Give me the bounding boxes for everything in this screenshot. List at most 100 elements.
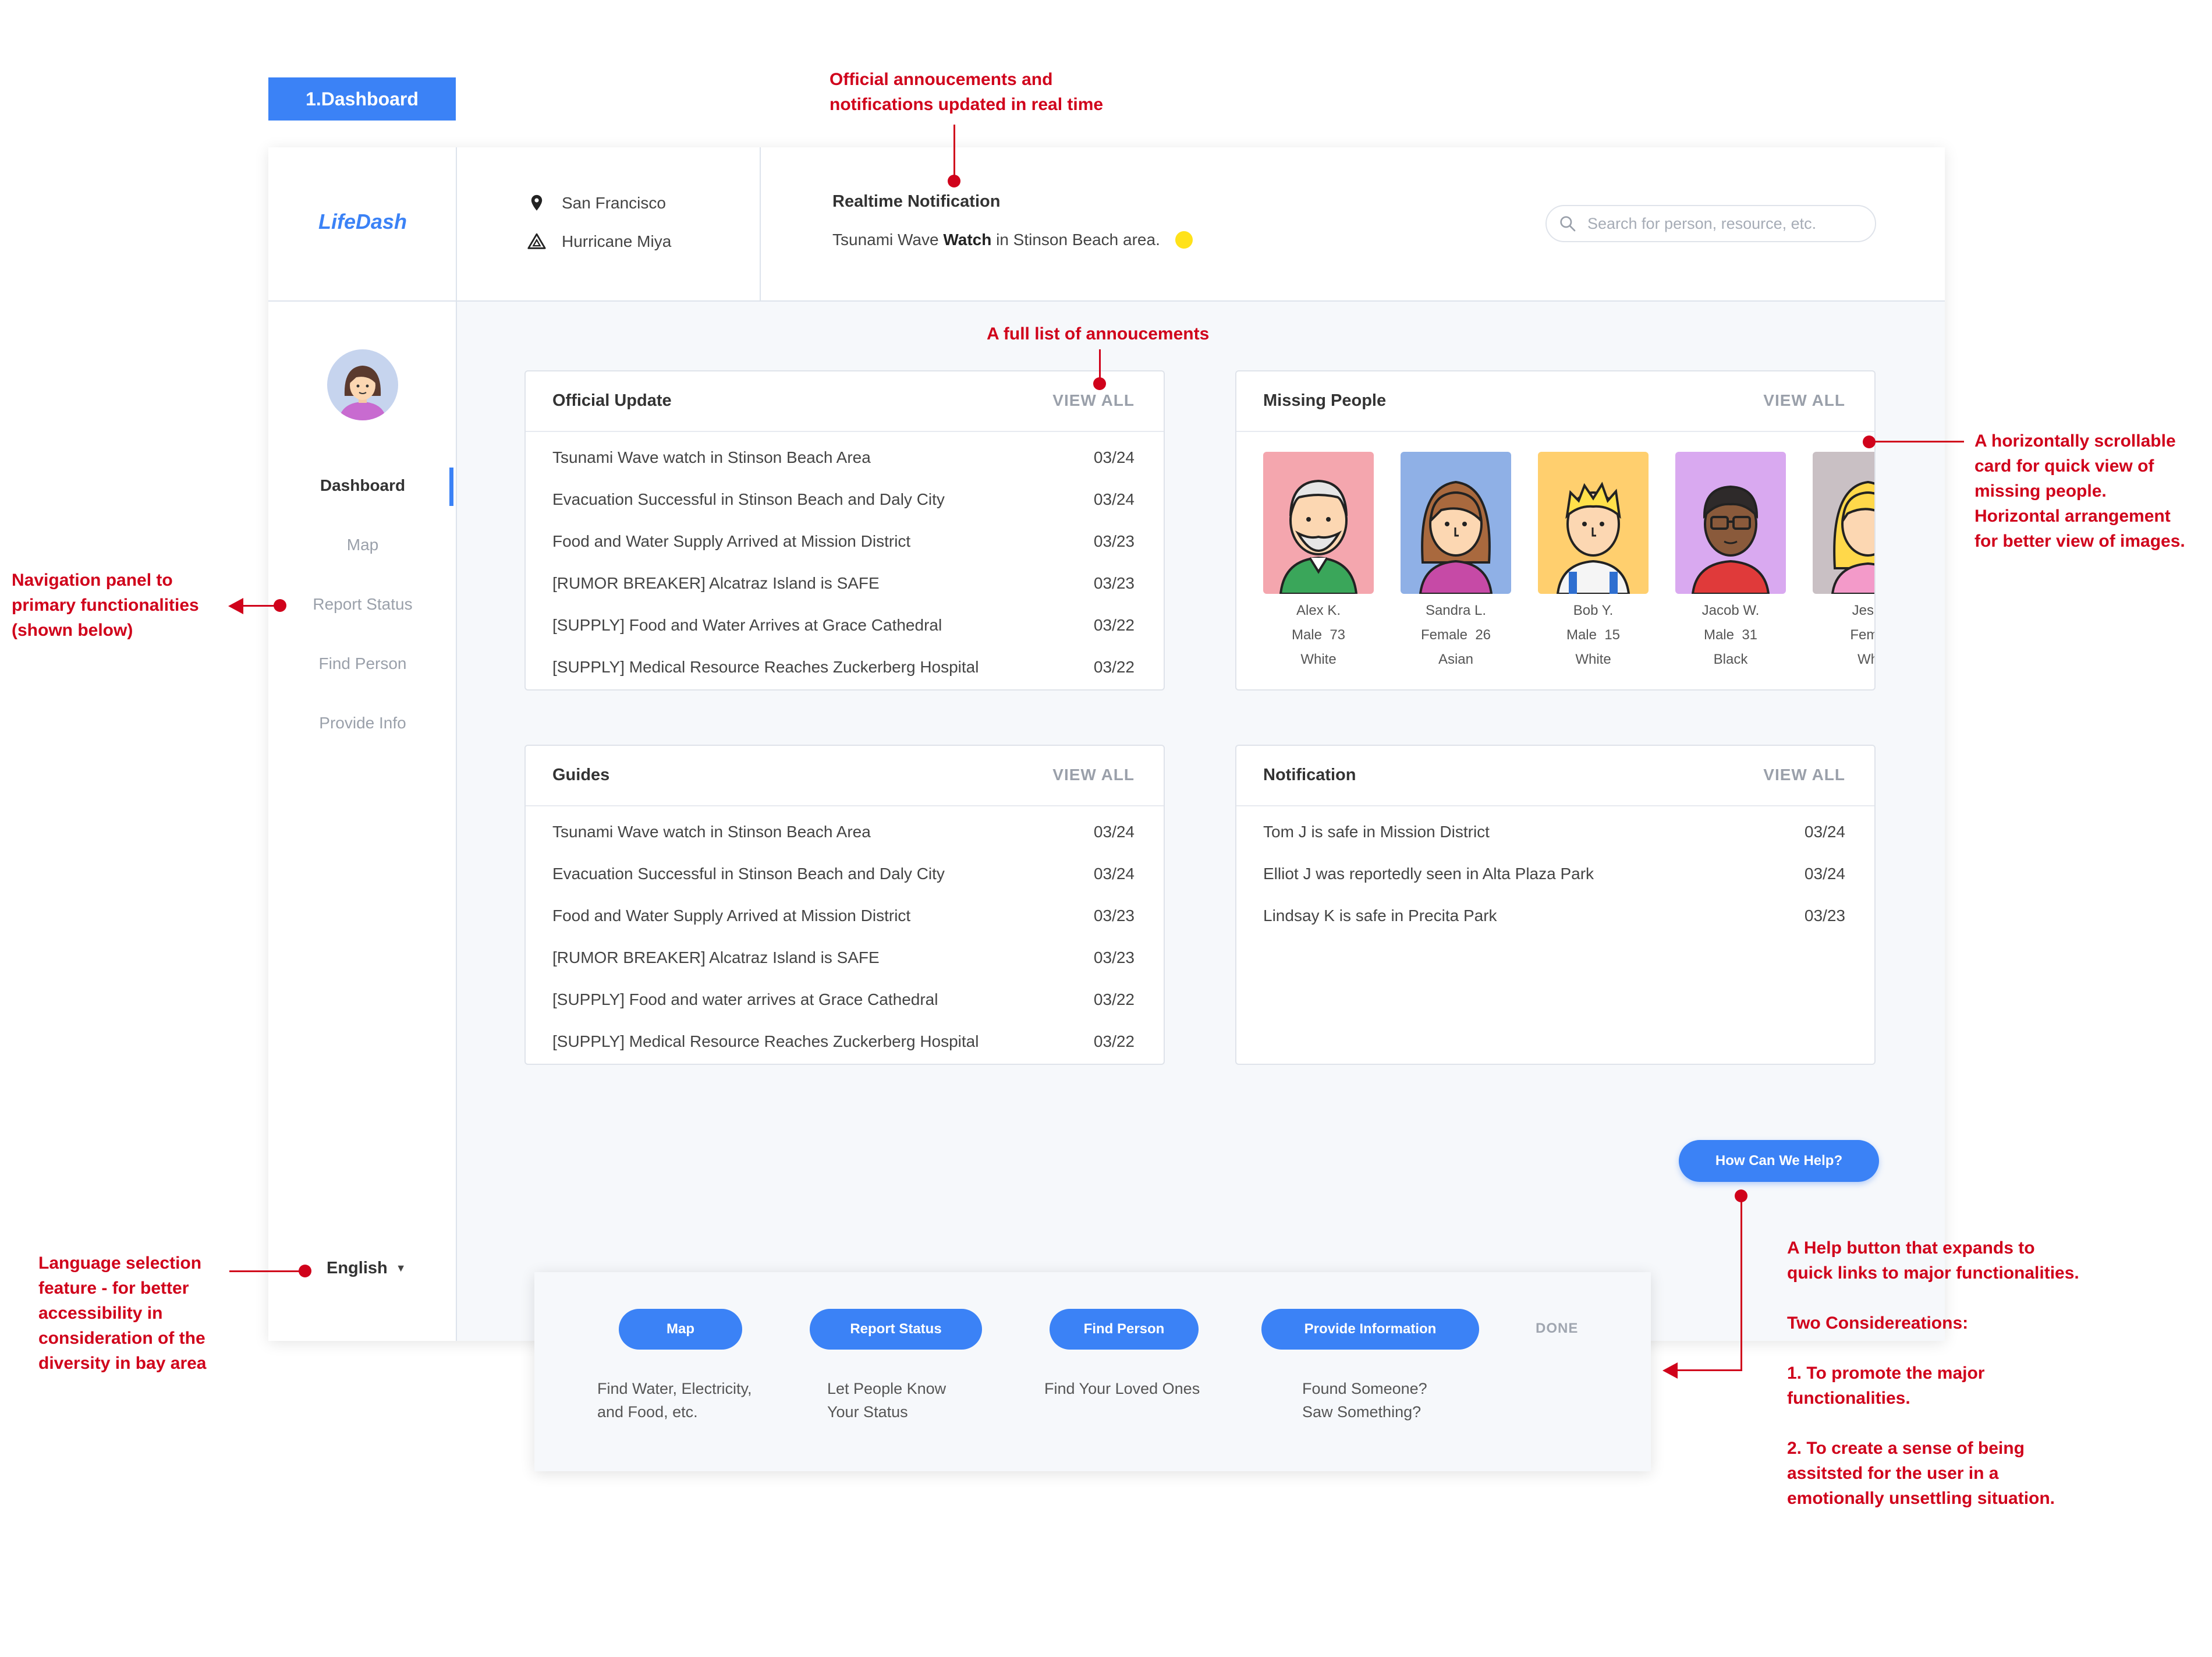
item-text: [SUPPLY] Medical Resource Reaches Zucker… — [552, 658, 979, 676]
person-age: 15 — [1604, 627, 1621, 643]
sidebar-item-report-status[interactable]: Report Status — [268, 595, 457, 614]
card-title: Notification — [1263, 766, 1356, 784]
list-item[interactable]: Food and Water Supply Arrived at Mission… — [552, 531, 1135, 573]
annotation-dot — [948, 175, 960, 187]
person-sex: Male — [1291, 627, 1322, 643]
item-date: 03/24 — [1093, 490, 1135, 508]
missing-person-card[interactable]: Bob Y. Male 15 White — [1538, 452, 1649, 672]
description-line: Saw Something? — [1302, 1403, 1422, 1421]
annotation-line: accessibility in — [38, 1304, 163, 1323]
list-item[interactable]: Tom J is safe in Mission District 03/24 — [1263, 822, 1845, 863]
sidebar-divider — [456, 147, 457, 1341]
sidebar-item-dashboard[interactable]: Dashboard — [268, 476, 457, 495]
annotation-line: consideration of the — [38, 1329, 205, 1348]
missing-person-card[interactable]: Sandra L. Female 26 Asian — [1401, 452, 1511, 672]
list-item[interactable]: Elliot J was reportedly seen in Alta Pla… — [1263, 863, 1845, 905]
annotation-connector — [1871, 441, 1964, 442]
person-sex-age: Male 73 — [1263, 623, 1374, 647]
annotation-connector — [1099, 349, 1101, 378]
person-photo — [1813, 452, 1874, 594]
view-all-link[interactable]: VIEW ALL — [1052, 766, 1135, 784]
list-item[interactable]: [RUMOR BREAKER] Alcatraz Island is SAFE 0… — [552, 573, 1135, 615]
notification-card: Notification VIEW ALL Tom J is safe in M… — [1235, 745, 1876, 1065]
description-line: Your Status — [827, 1403, 908, 1421]
done-button[interactable]: DONE — [1536, 1320, 1578, 1337]
item-date: 03/24 — [1093, 865, 1135, 883]
person-name: Alex K. — [1296, 603, 1341, 618]
missing-person-card[interactable]: Jacob W. Male 31 Black — [1675, 452, 1786, 672]
quick-link-find-person-button[interactable]: Find Person — [1050, 1309, 1199, 1350]
sidebar-item-map[interactable]: Map — [268, 536, 457, 554]
annotation-language: Language selection feature - for better … — [38, 1251, 207, 1376]
user-avatar[interactable] — [327, 349, 398, 420]
person-photo — [1538, 452, 1649, 594]
quick-link-report-status-button[interactable]: Report Status — [810, 1309, 982, 1350]
sidebar-item-provide-info[interactable]: Provide Info — [268, 714, 457, 732]
person-sex: Male — [1566, 627, 1597, 643]
item-text: [RUMOR BREAKER] Alcatraz Island is SAFE — [552, 948, 880, 966]
missing-person-card[interactable]: Alex K. Male 73 White — [1263, 452, 1374, 672]
annotation-line: emotionally unsettling situation. — [1787, 1489, 2055, 1508]
list-item[interactable]: [SUPPLY] Food and water arrives at Grace… — [552, 989, 1135, 1031]
person-age: 73 — [1330, 627, 1346, 643]
list-item[interactable]: Food and Water Supply Arrived at Mission… — [552, 905, 1135, 947]
active-nav-indicator — [449, 468, 453, 506]
list-item[interactable]: [SUPPLY] Medical Resource Reaches Zucker… — [552, 1031, 1135, 1073]
item-text: Elliot J was reportedly seen in Alta Pla… — [1263, 865, 1594, 883]
quick-link-provide-information-description: Found Someone? Saw Something? — [1302, 1377, 1427, 1424]
list-item[interactable]: [SUPPLY] Food and Water Arrives at Grace… — [552, 615, 1135, 657]
item-text: Tom J is safe in Mission District — [1263, 823, 1490, 841]
item-date: 03/22 — [1093, 990, 1135, 1008]
list-item[interactable]: [SUPPLY] Medical Resource Reaches Zucker… — [552, 657, 1135, 699]
person-photo — [1263, 452, 1374, 594]
girl-avatar-icon — [1831, 480, 1874, 594]
app-logo[interactable]: LifeDash — [268, 210, 457, 234]
list-item[interactable]: Tsunami Wave watch in Stinson Beach Area… — [552, 822, 1135, 863]
help-button[interactable]: How Can We Help? — [1679, 1140, 1879, 1182]
sidebar-item-find-person[interactable]: Find Person — [268, 654, 457, 673]
person-age: 26 — [1475, 627, 1491, 643]
help-quick-links-panel: Map Find Water, Electricity, and Food, et… — [534, 1272, 1651, 1471]
person-sex-age: Fema — [1813, 623, 1874, 647]
view-all-link[interactable]: VIEW ALL — [1052, 391, 1135, 410]
missing-person-card[interactable]: Jessi Fema Wh — [1813, 452, 1874, 672]
avatar-woman-icon — [339, 366, 387, 420]
status-indicator-dot — [1175, 231, 1193, 249]
item-text: Evacuation Successful in Stinson Beach a… — [552, 490, 945, 508]
quick-link-map-description: Find Water, Electricity, and Food, etc. — [597, 1377, 752, 1424]
missing-people-carousel[interactable]: Alex K. Male 73 White Sandra L. Female 2… — [1263, 452, 1874, 685]
view-all-link[interactable]: VIEW ALL — [1763, 766, 1845, 784]
item-date: 03/23 — [1093, 574, 1135, 592]
realtime-text-start: Tsunami Wave — [832, 231, 944, 249]
person-sex-age: Male 31 — [1675, 623, 1786, 647]
description-line: Let People Know — [827, 1380, 947, 1397]
annotation-line: A horizontally scrollable — [1975, 431, 2176, 451]
item-date: 03/22 — [1093, 616, 1135, 634]
event-row: Hurricane Miya — [527, 232, 671, 252]
search-input[interactable] — [1586, 214, 1856, 233]
list-item[interactable]: Evacuation Successful in Stinson Beach a… — [552, 863, 1135, 905]
person-photo — [1675, 452, 1786, 594]
list-item[interactable]: Tsunami Wave watch in Stinson Beach Area… — [552, 447, 1135, 489]
card-header: Notification VIEW ALL — [1236, 746, 1874, 806]
person-info: Alex K. Male 73 White — [1263, 599, 1374, 672]
realtime-notification-text[interactable]: Tsunami Wave Watch in Stinson Beach area… — [832, 231, 1193, 249]
language-selector[interactable]: English ▼ — [327, 1259, 406, 1278]
card-title: Missing People — [1263, 391, 1387, 410]
annotation-realtime: Official annoucements and notifications … — [830, 67, 1103, 117]
quick-link-provide-information-button[interactable]: Provide Information — [1261, 1309, 1479, 1350]
annotation-line: for better view of images. — [1975, 532, 2185, 551]
annotation-missing-people: A horizontally scrollable card for quick… — [1975, 429, 2185, 554]
item-text: [SUPPLY] Medical Resource Reaches Zucker… — [552, 1032, 979, 1050]
annotation-dot — [1093, 377, 1106, 390]
annotation-line: missing people. — [1975, 481, 2107, 501]
item-text: [SUPPLY] Food and water arrives at Grace… — [552, 990, 938, 1008]
card-title: Official Update — [552, 391, 672, 410]
annotation-arrowhead — [1662, 1362, 1678, 1379]
list-item[interactable]: Lindsay K is safe in Precita Park 03/23 — [1263, 905, 1845, 947]
search-box[interactable] — [1545, 205, 1876, 242]
view-all-link[interactable]: VIEW ALL — [1763, 391, 1845, 410]
quick-link-map-button[interactable]: Map — [619, 1309, 742, 1350]
list-item[interactable]: [RUMOR BREAKER] Alcatraz Island is SAFE 0… — [552, 947, 1135, 989]
list-item[interactable]: Evacuation Successful in Stinson Beach a… — [552, 489, 1135, 531]
